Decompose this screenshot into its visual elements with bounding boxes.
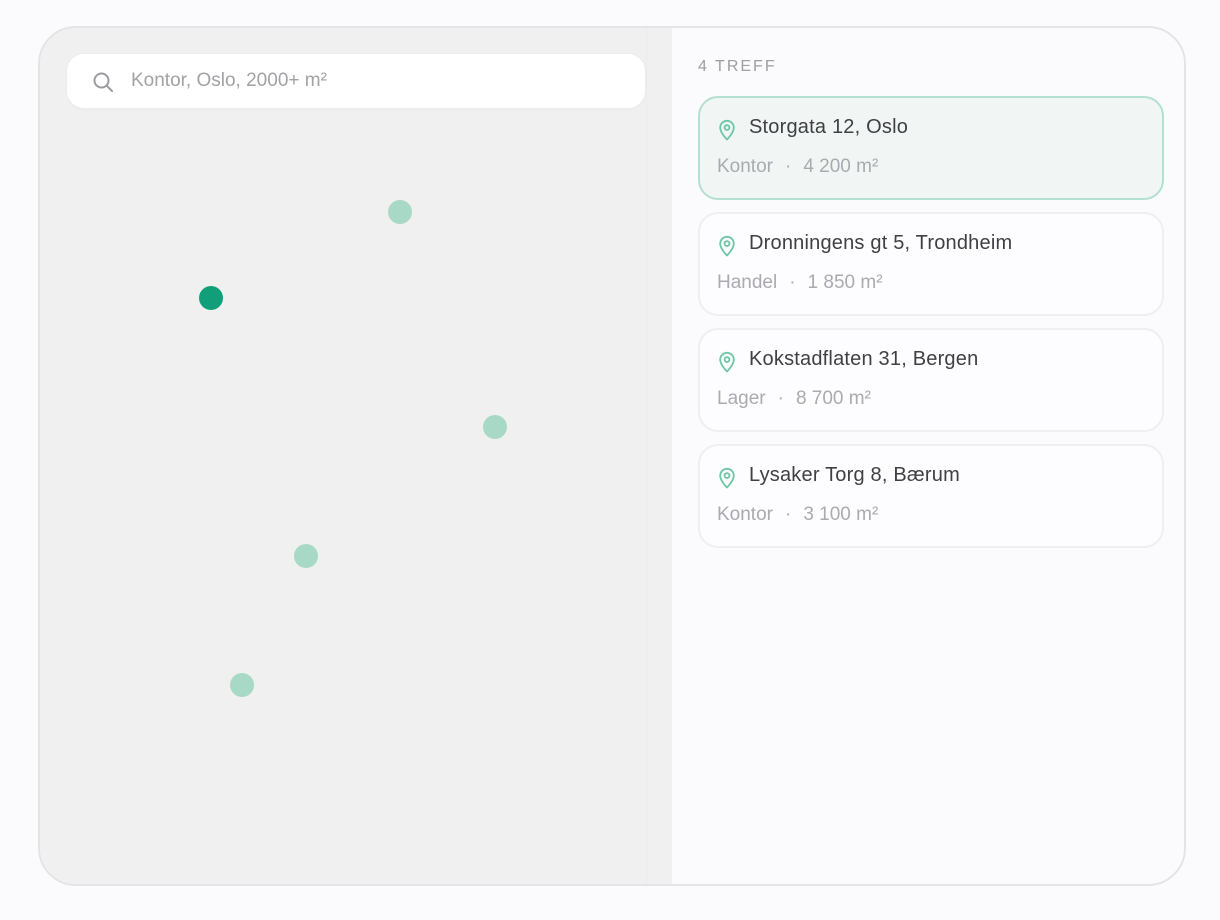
result-meta: Kontor · 3 100 m² (717, 504, 878, 526)
result-meta: Handel · 1 850 m² (717, 272, 883, 294)
result-type: Lager (717, 388, 766, 409)
result-type: Handel (717, 272, 778, 293)
result-type: Kontor (717, 156, 773, 177)
meta-separator: · (784, 156, 792, 177)
map-pin-icon (719, 351, 735, 373)
result-address: Lysaker Torg 8, Bærum (749, 464, 960, 486)
map-divider (646, 28, 647, 884)
map-pin-lysaker[interactable] (294, 544, 318, 568)
results-panel: 4 TREFF Storgata 12, Oslo Kontor · 4 200 m… (672, 28, 1184, 884)
result-address: Dronningens gt 5, Trondheim (749, 232, 1013, 254)
result-card-4[interactable]: Lysaker Torg 8, Bærum Kontor · 3 100 m² (698, 444, 1164, 548)
result-area: 4 200 m² (803, 156, 879, 177)
meta-separator: · (777, 388, 784, 409)
map-pin-kokstadflaten[interactable] (483, 415, 507, 439)
map-pin-icon (719, 119, 735, 141)
result-meta: Kontor · 4 200 m² (717, 156, 878, 178)
result-address: Storgata 12, Oslo (749, 116, 909, 138)
result-card-2[interactable]: Dronningens gt 5, Trondheim Handel · 1 850… (698, 212, 1164, 316)
meta-separator: · (789, 272, 796, 293)
search-input[interactable] (131, 54, 631, 108)
result-address: Kokstadflaten 31, Bergen (749, 348, 979, 370)
search-bar[interactable] (66, 53, 646, 109)
meta-separator: · (784, 504, 792, 525)
app-frame: 4 TREFF Storgata 12, Oslo Kontor · 4 200 m… (38, 26, 1186, 886)
map-pin-extra[interactable] (230, 673, 254, 697)
result-card-3[interactable]: Kokstadflaten 31, Bergen Lager · 8 700 m² (698, 328, 1164, 432)
map-pin-icon (719, 467, 735, 489)
result-area: 3 100 m² (803, 504, 879, 525)
map-pin-storgata-selected[interactable] (199, 286, 223, 310)
search-icon (93, 72, 113, 92)
map-view[interactable] (40, 28, 672, 884)
results-count: 4 TREFF (698, 58, 777, 75)
result-card-1[interactable]: Storgata 12, Oslo Kontor · 4 200 m² (698, 96, 1164, 200)
result-area: 8 700 m² (795, 388, 871, 409)
result-area: 1 850 m² (807, 272, 883, 293)
result-meta: Lager · 8 700 m² (717, 388, 871, 410)
map-pin-icon (719, 235, 735, 257)
map-pin-dronningens[interactable] (388, 200, 412, 224)
result-type: Kontor (717, 504, 773, 525)
